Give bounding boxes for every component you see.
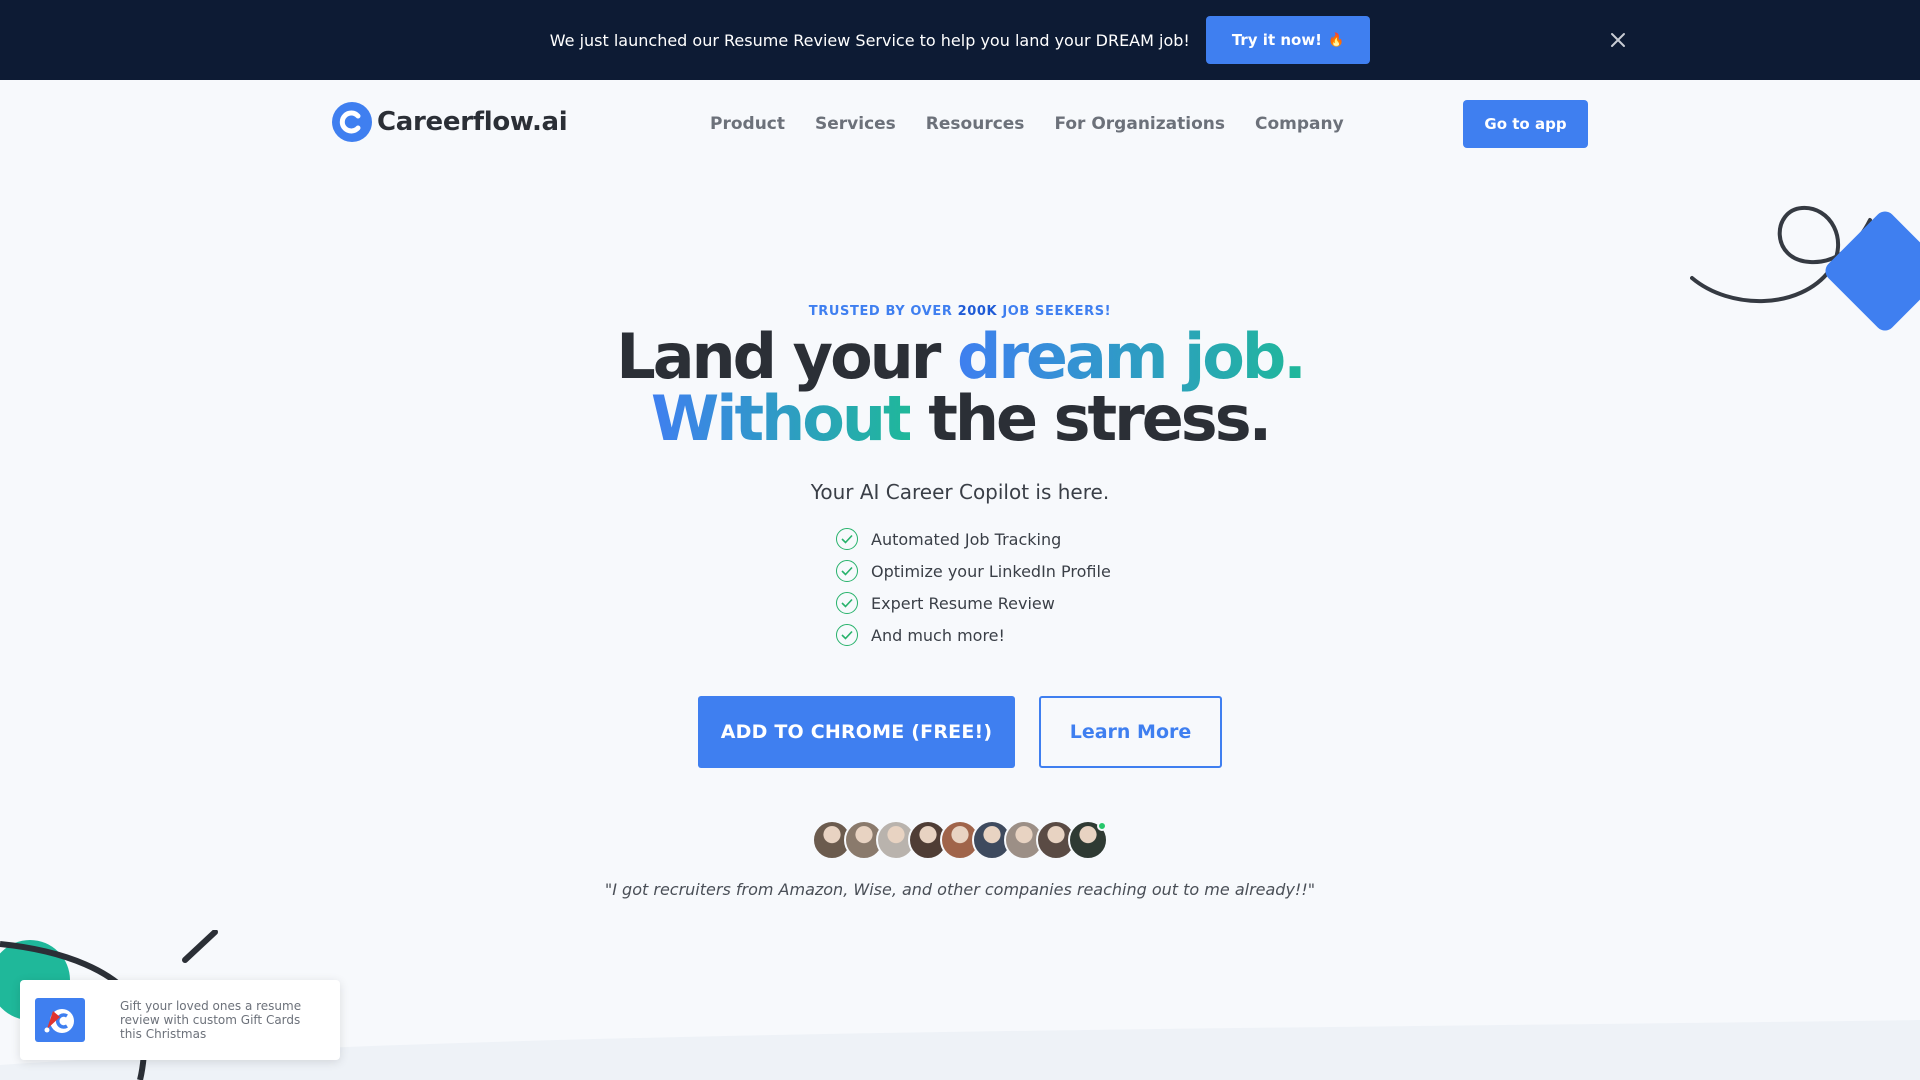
avatar bbox=[1068, 820, 1108, 860]
feature-item: Automated Job Tracking bbox=[836, 523, 1111, 555]
trusted-badge: TRUSTED BY OVER 200K JOB SEEKERS! bbox=[0, 304, 1920, 319]
hero-headline: Land your dream job. Without the stress. bbox=[0, 326, 1920, 450]
nav-link-resources[interactable]: Resources bbox=[926, 114, 1025, 134]
online-status-dot bbox=[1097, 821, 1107, 831]
announcement-bar: We just launched our Resume Review Servi… bbox=[0, 0, 1920, 80]
learn-more-button[interactable]: Learn More bbox=[1039, 696, 1222, 768]
gift-card-icon bbox=[35, 998, 85, 1042]
headline-without: Without bbox=[650, 382, 913, 455]
trusted-count: 200K bbox=[957, 304, 998, 319]
feature-label: Expert Resume Review bbox=[871, 593, 1055, 613]
try-it-now-button[interactable]: Try it now! 🔥 bbox=[1205, 16, 1371, 64]
try-it-now-label: Try it now! bbox=[1231, 31, 1323, 49]
fire-icon: 🔥 bbox=[1328, 32, 1345, 48]
trusted-suffix: JOB SEEKERS! bbox=[997, 304, 1112, 319]
check-icon bbox=[836, 624, 858, 646]
check-icon bbox=[836, 592, 858, 614]
feature-list: Automated Job Tracking Optimize your Lin… bbox=[836, 523, 1111, 651]
feature-item: And much more! bbox=[836, 619, 1111, 651]
user-avatars bbox=[812, 820, 1108, 860]
logo-text: Careerflow.ai bbox=[377, 107, 568, 137]
check-icon bbox=[836, 528, 858, 550]
hero-subheadline: Your AI Career Copilot is here. bbox=[810, 480, 1110, 504]
trusted-prefix: TRUSTED BY OVER bbox=[808, 304, 958, 319]
go-to-app-button[interactable]: Go to app bbox=[1463, 100, 1588, 148]
testimonial-quote: "I got recruiters from Amazon, Wise, and… bbox=[604, 880, 1316, 899]
main-nav: Careerflow.ai Product Services Resources… bbox=[0, 80, 1920, 168]
nav-links: Product Services Resources For Organizat… bbox=[710, 80, 1344, 168]
close-icon[interactable] bbox=[1606, 28, 1630, 52]
feature-label: And much more! bbox=[871, 625, 1005, 645]
nav-link-company[interactable]: Company bbox=[1255, 114, 1344, 134]
check-icon bbox=[836, 560, 858, 582]
nav-link-for-organizations[interactable]: For Organizations bbox=[1054, 114, 1225, 134]
careerflow-logo-icon bbox=[332, 102, 372, 142]
nav-link-services[interactable]: Services bbox=[815, 114, 896, 134]
gift-card-toast[interactable]: Gift your loved ones a resume review wit… bbox=[20, 980, 340, 1060]
toast-text: Gift your loved ones a resume review wit… bbox=[120, 999, 302, 1041]
feature-item: Expert Resume Review bbox=[836, 587, 1111, 619]
nav-link-product[interactable]: Product bbox=[710, 114, 785, 134]
headline-the-stress: the stress. bbox=[909, 382, 1272, 455]
feature-label: Optimize your LinkedIn Profile bbox=[871, 561, 1111, 581]
logo[interactable]: Careerflow.ai bbox=[332, 102, 568, 142]
announcement-text: We just launched our Resume Review Servi… bbox=[549, 30, 1190, 50]
feature-label: Automated Job Tracking bbox=[871, 529, 1062, 549]
add-to-chrome-button[interactable]: ADD TO CHROME (FREE!) bbox=[698, 696, 1015, 768]
feature-item: Optimize your LinkedIn Profile bbox=[836, 555, 1111, 587]
